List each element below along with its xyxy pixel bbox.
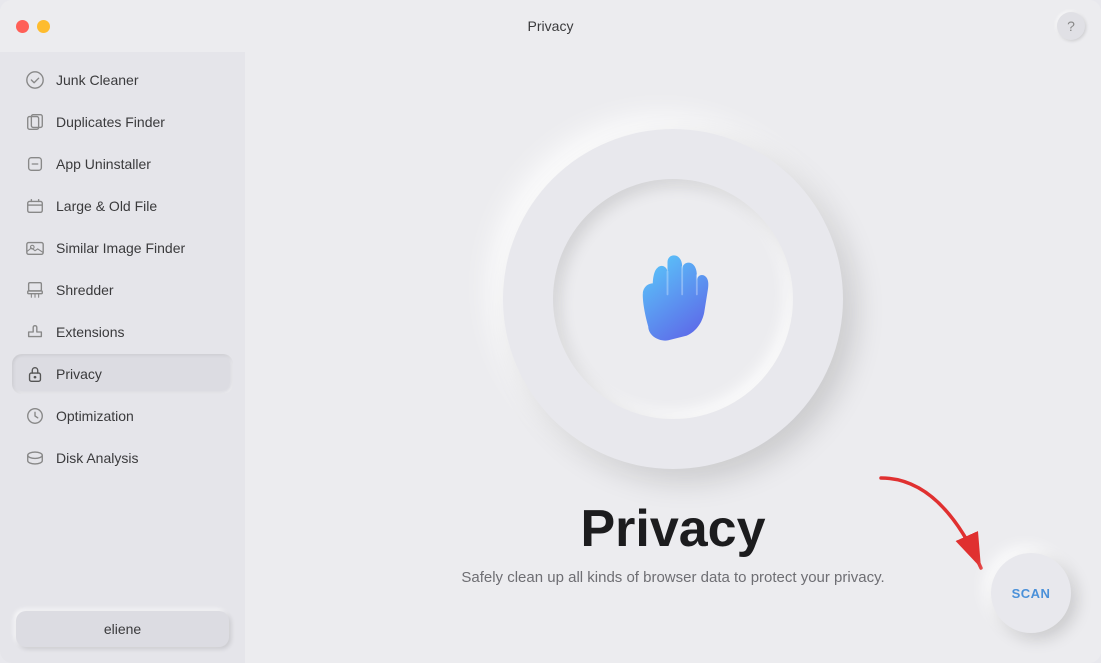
large-old-file-icon bbox=[24, 195, 46, 217]
optimization-icon bbox=[24, 405, 46, 427]
outer-circle bbox=[503, 129, 843, 469]
similar-image-finder-icon bbox=[24, 237, 46, 259]
page-title: Privacy bbox=[580, 499, 765, 559]
app-window: Privacy ? Junk Cleaner bbox=[0, 0, 1101, 663]
app-uninstaller-icon bbox=[24, 153, 46, 175]
extensions-icon bbox=[24, 321, 46, 343]
minimize-button[interactable] bbox=[37, 20, 50, 33]
sidebar-item-large-old-file[interactable]: Large & Old File bbox=[12, 186, 233, 226]
sidebar-item-label: Duplicates Finder bbox=[56, 114, 165, 130]
sidebar-item-label: Shredder bbox=[56, 282, 114, 298]
sidebar-item-disk-analysis[interactable]: Disk Analysis bbox=[12, 438, 233, 478]
page-subtitle: Safely clean up all kinds of browser dat… bbox=[461, 569, 884, 586]
help-button[interactable]: ? bbox=[1057, 12, 1085, 40]
sidebar-item-duplicates-finder[interactable]: Duplicates Finder bbox=[12, 102, 233, 142]
sidebar-item-label: App Uninstaller bbox=[56, 156, 151, 172]
sidebar-item-label: Privacy bbox=[56, 366, 102, 382]
privacy-hand-icon bbox=[618, 244, 728, 354]
sidebar-footer: eliene bbox=[12, 603, 233, 655]
sidebar-item-label: Disk Analysis bbox=[56, 450, 138, 466]
hero-circle-container bbox=[503, 129, 843, 469]
shredder-icon bbox=[24, 279, 46, 301]
scan-button[interactable]: SCAN bbox=[991, 553, 1071, 633]
main-content: Junk Cleaner Duplicates Finder bbox=[0, 52, 1101, 663]
sidebar-item-similar-image-finder[interactable]: Similar Image Finder bbox=[12, 228, 233, 268]
sidebar-item-app-uninstaller[interactable]: App Uninstaller bbox=[12, 144, 233, 184]
junk-cleaner-icon bbox=[24, 69, 46, 91]
traffic-lights bbox=[16, 20, 50, 33]
sidebar-item-label: Junk Cleaner bbox=[56, 72, 139, 88]
sidebar-item-label: Similar Image Finder bbox=[56, 240, 185, 256]
sidebar-item-label: Large & Old File bbox=[56, 198, 157, 214]
sidebar-item-privacy[interactable]: Privacy bbox=[12, 354, 233, 394]
scan-button-container: SCAN bbox=[991, 553, 1071, 633]
sidebar: Junk Cleaner Duplicates Finder bbox=[0, 52, 245, 663]
sidebar-item-optimization[interactable]: Optimization bbox=[12, 396, 233, 436]
user-button[interactable]: eliene bbox=[16, 611, 229, 647]
inner-circle bbox=[553, 179, 793, 419]
window-title: Privacy bbox=[528, 18, 574, 34]
close-button[interactable] bbox=[16, 20, 29, 33]
title-bar: Privacy ? bbox=[0, 0, 1101, 52]
sidebar-item-shredder[interactable]: Shredder bbox=[12, 270, 233, 310]
duplicates-finder-icon bbox=[24, 111, 46, 133]
sidebar-item-junk-cleaner[interactable]: Junk Cleaner bbox=[12, 60, 233, 100]
privacy-icon bbox=[24, 363, 46, 385]
content-area: Privacy Safely clean up all kinds of bro… bbox=[245, 52, 1101, 663]
disk-analysis-icon bbox=[24, 447, 46, 469]
sidebar-item-label: Optimization bbox=[56, 408, 134, 424]
sidebar-item-label: Extensions bbox=[56, 324, 124, 340]
sidebar-item-extensions[interactable]: Extensions bbox=[12, 312, 233, 352]
